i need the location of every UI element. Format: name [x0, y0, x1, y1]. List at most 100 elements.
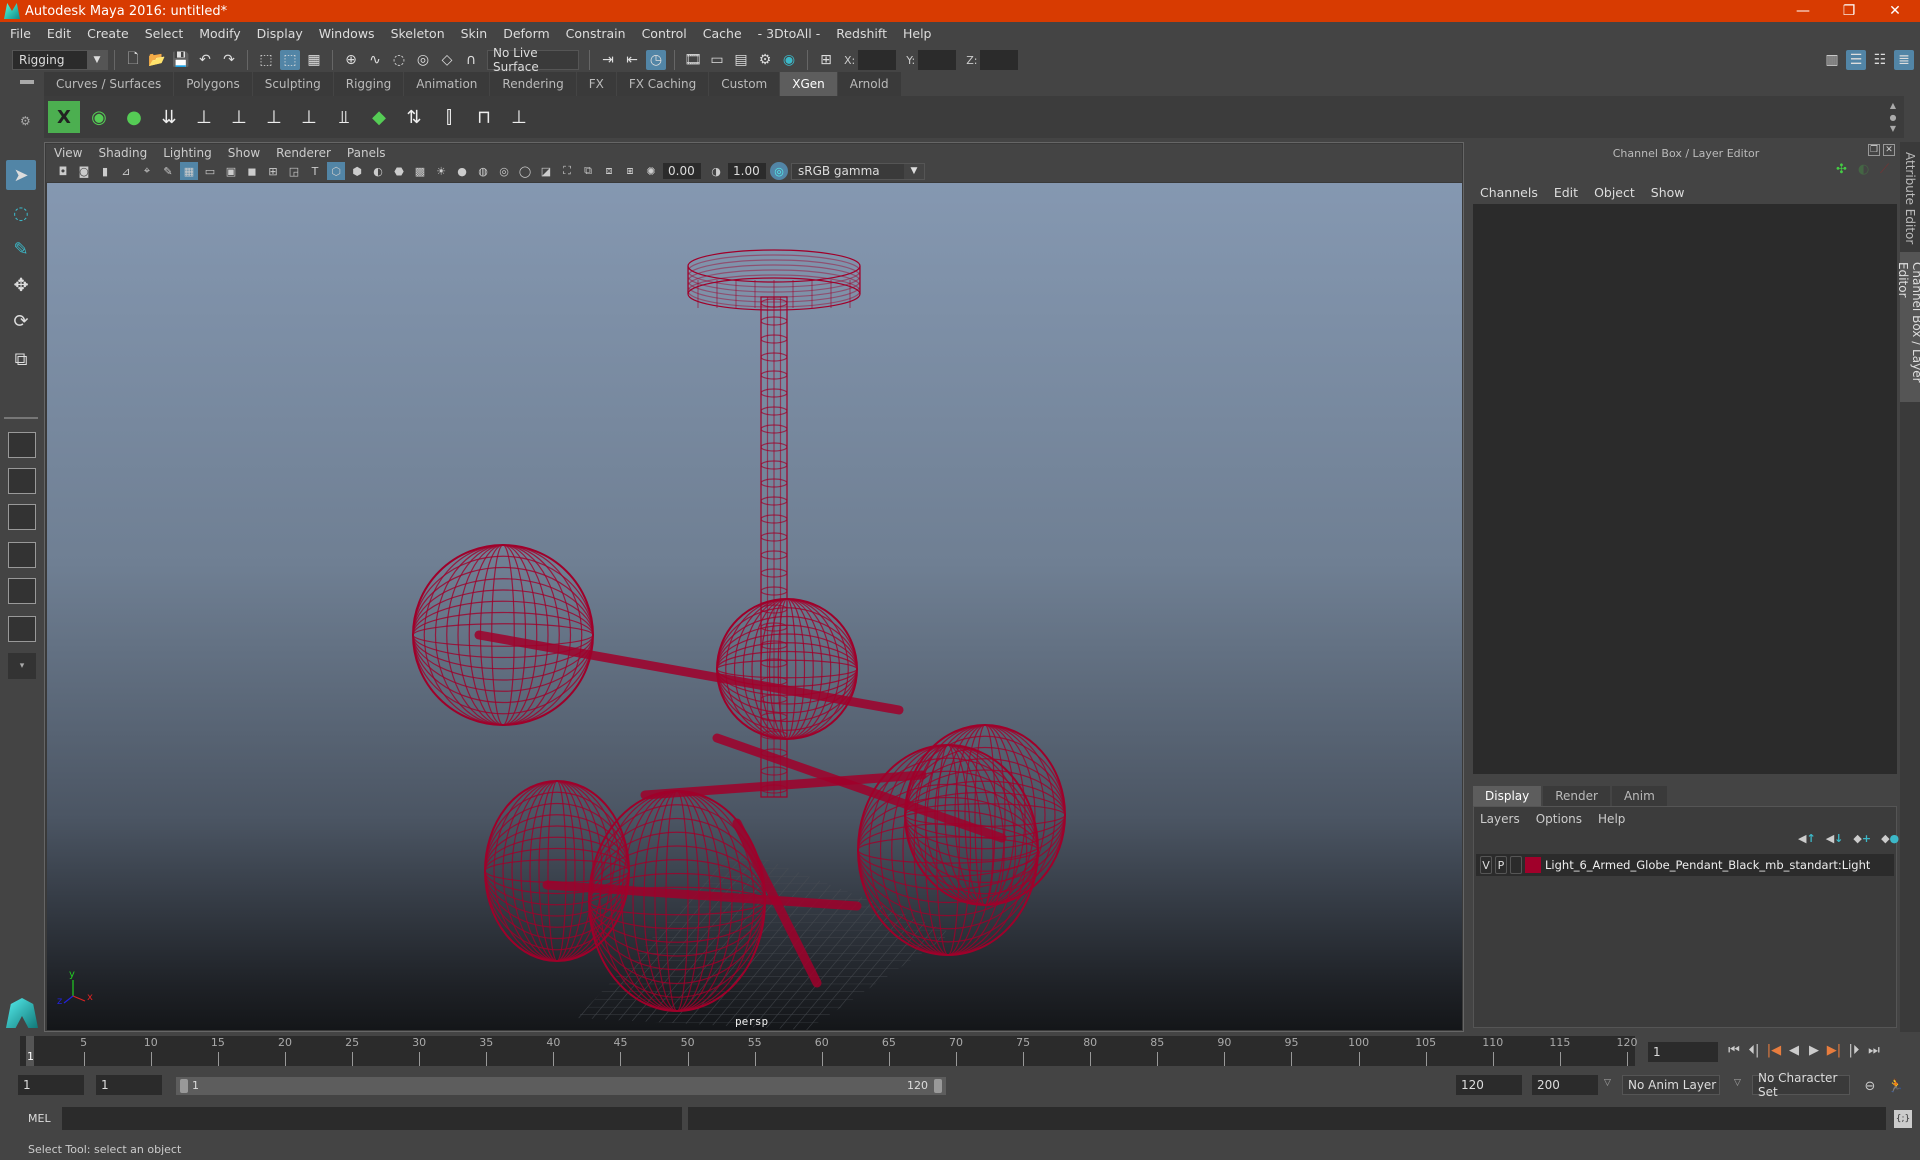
render-settings-icon[interactable]: ⚙	[755, 50, 775, 70]
play-backwards-icon[interactable]: ◀	[1784, 1040, 1804, 1060]
xgen-delete-icon[interactable]: ⊥	[503, 101, 535, 133]
shelf-tab-rigging[interactable]: Rigging	[333, 72, 405, 96]
use-all-lights-icon[interactable]: ☀	[432, 162, 450, 180]
panel-menu-shading[interactable]: Shading	[98, 146, 147, 160]
close-panel-icon[interactable]: ✕	[1883, 144, 1895, 156]
snap-grid-icon[interactable]: ⊕	[341, 50, 361, 70]
persp-outliner-layout-icon[interactable]	[8, 504, 36, 530]
lasso-tool-icon[interactable]: ◌	[6, 198, 36, 228]
attribute-editor-toggle-icon[interactable]: ☰	[1846, 50, 1866, 70]
live-surface-field[interactable]: No Live Surface	[487, 46, 579, 74]
anim-layer-dropdown[interactable]: No Anim Layer	[1622, 1075, 1720, 1095]
construction-history-icon[interactable]: ◷	[646, 50, 666, 70]
panel-menu-panels[interactable]: Panels	[347, 146, 386, 160]
menu-skin[interactable]: Skin	[461, 26, 488, 41]
playback-start-field[interactable]: 1	[96, 1075, 162, 1095]
screen-space-ao-icon[interactable]: ◍	[474, 162, 492, 180]
shelf-tab-custom[interactable]: Custom	[709, 72, 781, 96]
pendant-light-wireframe[interactable]	[412, 249, 1066, 1012]
character-set-dropdown[interactable]: No Character Set	[1752, 1071, 1850, 1099]
move-layer-up-icon[interactable]: ◀↑	[1798, 832, 1816, 845]
hypershade-layout-icon[interactable]	[8, 578, 36, 604]
x-field[interactable]	[858, 50, 897, 70]
perspective-viewport[interactable]: persp y x z	[47, 183, 1462, 1030]
move-tool-icon[interactable]: ✥	[6, 270, 36, 300]
grid-toggle-icon[interactable]: ▦	[180, 162, 198, 180]
xray-components-icon[interactable]: ⧆	[621, 162, 639, 180]
transform-mode-icon[interactable]: ⊞	[816, 50, 836, 70]
shelf-tab-sculpting[interactable]: Sculpting	[252, 72, 334, 96]
shelf-tab-animation[interactable]: Animation	[404, 72, 491, 96]
step-forward-frame-icon[interactable]: ▶|	[1824, 1040, 1844, 1060]
render-view-icon[interactable]: 🎞	[683, 50, 703, 70]
panel-menu-show[interactable]: Show	[228, 146, 260, 160]
restore-button[interactable]: ❐	[1826, 0, 1872, 22]
menu-skeleton[interactable]: Skeleton	[391, 26, 445, 41]
snap-curve-icon[interactable]: ∿	[365, 50, 385, 70]
animation-start-field[interactable]: 1	[18, 1075, 84, 1095]
shelf-tab-arnold[interactable]: Arnold	[837, 72, 902, 96]
xgen-add-guide-icon[interactable]: ⊥	[223, 101, 255, 133]
xgen-groom-icon[interactable]: ◆	[363, 101, 395, 133]
menu-control[interactable]: Control	[642, 26, 687, 41]
cb-menu-channels[interactable]: Channels	[1480, 185, 1538, 200]
side-tab-channel-box[interactable]: Channel Box / Layer Editor	[1896, 252, 1920, 402]
cb-menu-object[interactable]: Object	[1594, 185, 1635, 200]
xgen-create-description-icon[interactable]: ⇊	[153, 101, 185, 133]
snap-view-plane-icon[interactable]: ◎	[413, 50, 433, 70]
layer-menu-options[interactable]: Options	[1536, 812, 1582, 826]
channel-box-toggle-icon[interactable]: ≣	[1894, 50, 1914, 70]
step-back-key-icon[interactable]: ⏴|	[1744, 1040, 1764, 1060]
hyper-icon[interactable]: ⟋	[1880, 162, 1889, 177]
go-to-start-icon[interactable]: ⏮	[1724, 1040, 1744, 1060]
2d-pan-zoom-icon[interactable]: ⌖	[138, 162, 156, 180]
xgen-comb-icon[interactable]: ⇅	[398, 101, 430, 133]
xgen-guide-select-icon[interactable]: ⫫	[328, 101, 360, 133]
shelf-tab-curves-surfaces[interactable]: Curves / Surfaces	[44, 72, 175, 96]
shelf-menu-icon[interactable]	[20, 80, 34, 84]
camera-attributes-icon[interactable]: ◙	[75, 162, 93, 180]
step-forward-key-icon[interactable]: |⏵	[1844, 1040, 1864, 1060]
layer-tab-render[interactable]: Render	[1543, 786, 1610, 806]
y-field[interactable]	[918, 50, 957, 70]
field-chart-icon[interactable]: ⊞	[264, 162, 282, 180]
menu-create[interactable]: Create	[87, 26, 129, 41]
range-start-handle[interactable]	[180, 1079, 188, 1093]
minimize-button[interactable]: —	[1780, 0, 1826, 22]
float-panel-icon[interactable]: ❐	[1868, 144, 1880, 156]
layer-row[interactable]: V P Light_6_Armed_Globe_Pendant_Black_mb…	[1476, 854, 1894, 876]
xgen-clear-preview-icon[interactable]: ●	[118, 101, 150, 133]
menu-help[interactable]: Help	[903, 26, 932, 41]
layer-tab-display[interactable]: Display	[1473, 786, 1542, 806]
gate-mask-icon[interactable]: ◼	[243, 162, 261, 180]
open-scene-icon[interactable]: 📂	[147, 50, 167, 70]
select-object-icon[interactable]: ⬚	[280, 50, 300, 70]
single-perspective-layout-icon[interactable]	[8, 432, 36, 458]
select-component-icon[interactable]: ▦	[304, 50, 324, 70]
bookmark-icon[interactable]: ▮	[96, 162, 114, 180]
xgen-cut-icon[interactable]: ⊓	[468, 101, 500, 133]
default-material-icon[interactable]: ◐	[369, 162, 387, 180]
shadows-icon[interactable]: ●	[453, 162, 471, 180]
camera-select-icon[interactable]: ◘	[54, 162, 72, 180]
four-view-layout-icon[interactable]	[8, 468, 36, 494]
menu-display[interactable]: Display	[257, 26, 303, 41]
time-slider[interactable]: 1 5 10 15 20 25 30 35 40 45 50 55 60 65 70 75 80 85 90 95 1…	[20, 1036, 1638, 1066]
film-gate-icon[interactable]: ▭	[201, 162, 219, 180]
layout-more-icon[interactable]: ▾	[8, 653, 36, 679]
menu-redshift[interactable]: Redshift	[836, 26, 887, 41]
auto-key-icon[interactable]: ⊖	[1860, 1076, 1880, 1096]
xgen-guide-visibility-icon[interactable]: ⊥	[258, 101, 290, 133]
shelf-tab-polygons[interactable]: Polygons	[174, 72, 253, 96]
new-empty-layer-icon[interactable]: ◆+	[1853, 832, 1871, 845]
paint-select-tool-icon[interactable]: ✎	[6, 234, 36, 264]
output-ops-icon[interactable]: ⇤	[622, 50, 642, 70]
cb-menu-show[interactable]: Show	[1651, 185, 1685, 200]
command-language-label[interactable]: MEL	[28, 1112, 51, 1125]
playback-end-field[interactable]: 120	[1456, 1075, 1522, 1095]
layer-playback-toggle[interactable]: P	[1495, 856, 1507, 874]
cb-menu-edit[interactable]: Edit	[1554, 185, 1578, 200]
animation-preferences-icon[interactable]: 🏃	[1886, 1076, 1906, 1096]
select-hierarchy-icon[interactable]: ⬚	[256, 50, 276, 70]
range-slider[interactable]: 1 120	[176, 1077, 946, 1095]
